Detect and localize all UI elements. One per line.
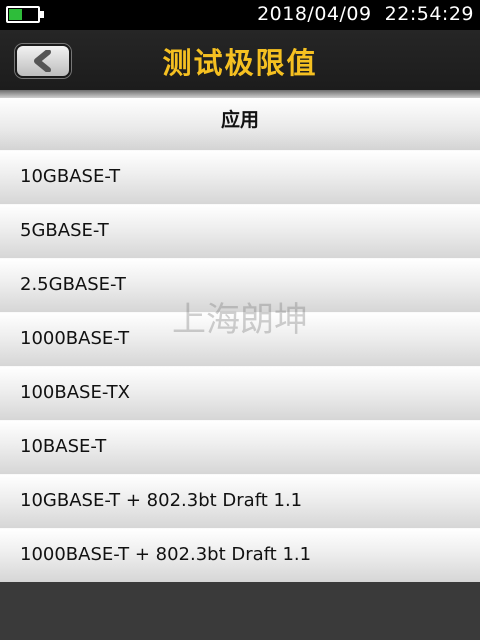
battery-level (9, 9, 22, 20)
list-item-100base-tx[interactable]: 100BASE-TX (0, 366, 480, 420)
title-bar: 测试极限值 (0, 30, 480, 90)
header-divider (0, 90, 480, 98)
list-item-10base-t[interactable]: 10BASE-T (0, 420, 480, 474)
list-item-1000base-t-poe[interactable]: 1000BASE-T + 802.3bt Draft 1.1 (0, 528, 480, 582)
battery-tip (40, 11, 44, 18)
status-datetime: 2018/04/09 22:54:29 (257, 3, 474, 25)
list-item-10gbase-t-poe[interactable]: 10GBASE-T + 802.3bt Draft 1.1 (0, 474, 480, 528)
status-bar: 2018/04/09 22:54:29 (0, 0, 480, 30)
list-item-10gbase-t[interactable]: 10GBASE-T (0, 150, 480, 204)
page-title: 测试极限值 (162, 46, 318, 80)
standard-list: 10GBASE-T 5GBASE-T 2.5GBASE-T 1000BASE-T… (0, 150, 480, 582)
section-header: 应用 (0, 98, 480, 150)
list-item-1000base-t[interactable]: 1000BASE-T (0, 312, 480, 366)
list-item-2-5gbase-t[interactable]: 2.5GBASE-T (0, 258, 480, 312)
list-item-5gbase-t[interactable]: 5GBASE-T (0, 204, 480, 258)
battery-icon (6, 6, 40, 23)
